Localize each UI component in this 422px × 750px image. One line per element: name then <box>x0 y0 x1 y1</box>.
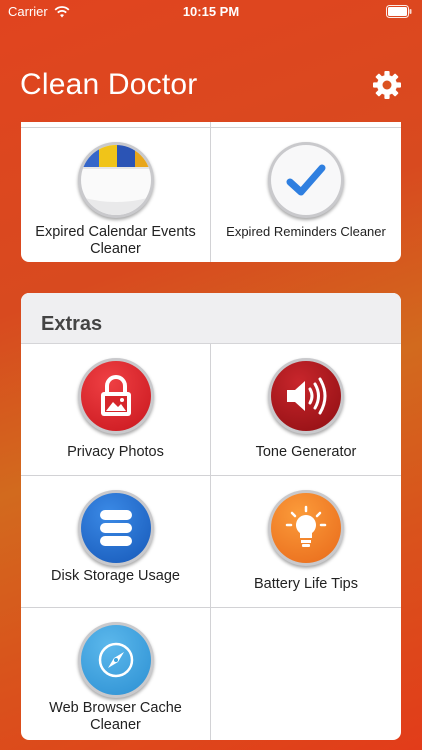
web-cache-item[interactable]: Web Browser Cache Cleaner <box>21 608 211 740</box>
privacy-photos-item[interactable]: Privacy Photos <box>21 344 211 476</box>
reminders-cleaner-item[interactable]: Expired Reminders Cleaner <box>211 128 401 262</box>
battery-tips-item[interactable]: Battery Life Tips <box>211 476 401 608</box>
status-bar: Carrier 10:15 PM <box>0 0 422 24</box>
settings-button[interactable] <box>372 70 402 100</box>
disk-storage-item[interactable]: Disk Storage Usage <box>21 476 211 608</box>
battery-tips-label: Battery Life Tips <box>254 576 358 592</box>
compass-icon <box>80 625 151 695</box>
app-title: Clean Doctor <box>20 68 198 101</box>
extras-card: Extras Privacy Photos Tone Generator Dis… <box>21 293 401 740</box>
lightbulb-icon <box>271 493 341 563</box>
database-icon <box>80 493 151 563</box>
disk-storage-label: Disk Storage Usage <box>51 568 180 584</box>
speaker-icon <box>271 361 341 431</box>
extras-header: Extras <box>21 293 401 344</box>
checkmark-icon <box>271 145 341 215</box>
tone-generator-item[interactable]: Tone Generator <box>211 344 401 476</box>
status-time: 10:15 PM <box>182 4 240 19</box>
privacy-photos-label: Privacy Photos <box>67 444 164 460</box>
calendar-cleaner-item[interactable]: Expired Calendar Events Cleaner <box>21 128 211 262</box>
empty-cell <box>211 608 401 740</box>
lock-photo-icon <box>80 361 151 431</box>
cleaners-card: Expired Calendar Events Cleaner Expired … <box>21 122 401 262</box>
gear-icon <box>373 71 401 99</box>
calendar-icon <box>80 145 151 215</box>
tone-generator-label: Tone Generator <box>255 444 357 460</box>
web-cache-label: Web Browser Cache Cleaner <box>49 700 182 733</box>
reminders-cleaner-label: Expired Reminders Cleaner <box>226 224 386 239</box>
calendar-cleaner-label: Expired Calendar Events Cleaner <box>35 224 196 257</box>
battery-icon <box>386 5 412 21</box>
